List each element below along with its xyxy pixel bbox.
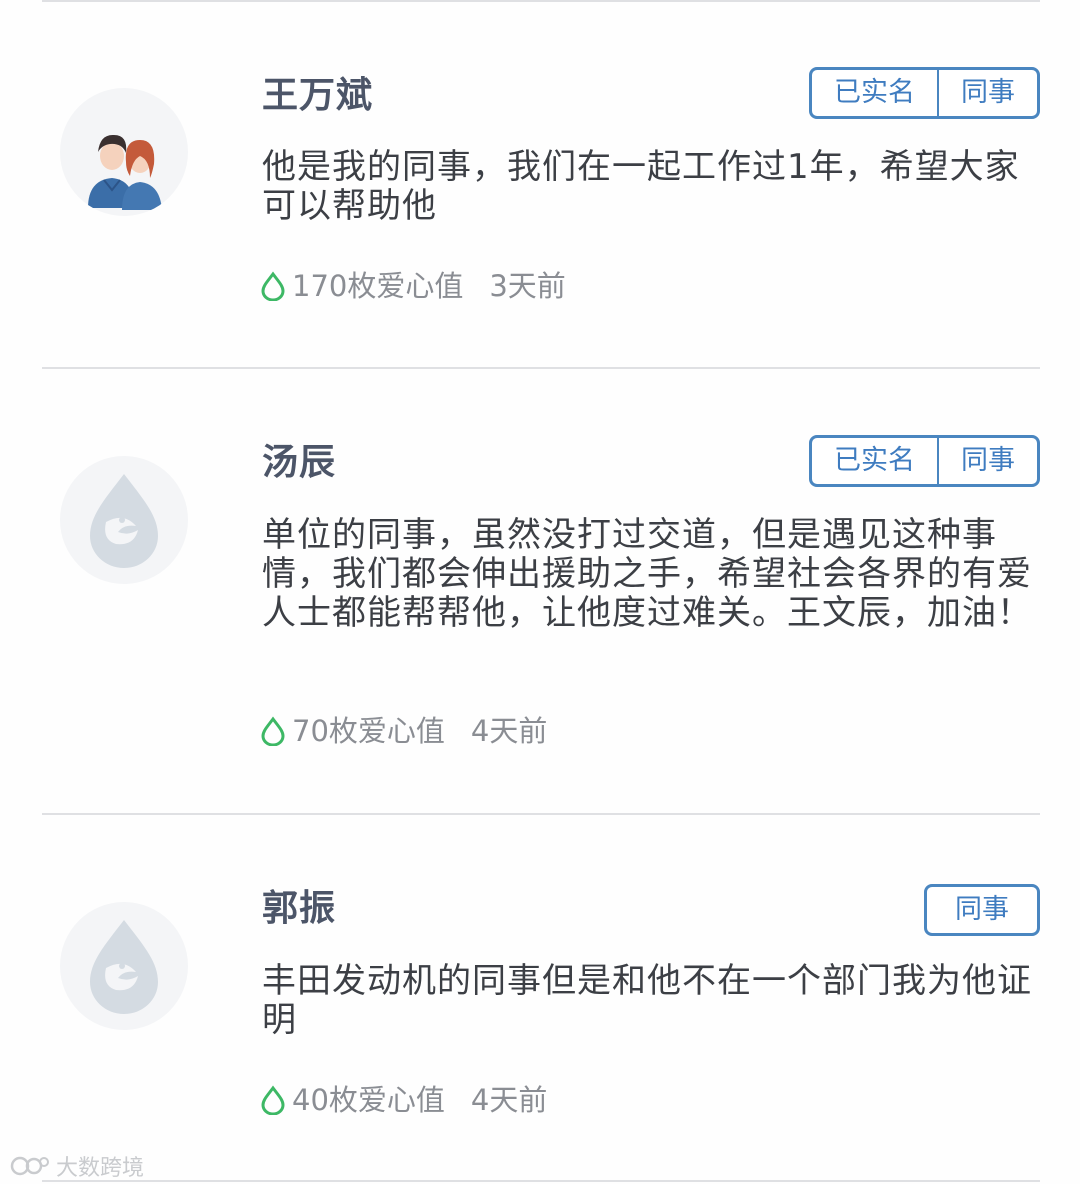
love-drop-icon (261, 1085, 285, 1115)
commenter-name[interactable]: 郭振 (262, 887, 336, 931)
item-divider (42, 813, 1040, 815)
watermark: 大数跨境 (10, 1150, 144, 1182)
timestamp: 3天前 (489, 269, 566, 303)
commenter-name[interactable]: 王万斌 (262, 74, 373, 118)
bottom-divider (42, 1180, 1040, 1182)
love-points: 170枚爱心值 (292, 269, 464, 303)
top-divider (42, 0, 1040, 2)
verified-tag: 已实名 (834, 77, 915, 108)
default-drop-avatar-icon (90, 474, 158, 568)
love-points: 70枚爱心值 (292, 714, 445, 748)
comment-meta: 40枚爱心值 4天前 (258, 1082, 547, 1118)
love-points: 40枚爱心值 (292, 1083, 445, 1117)
tag-group: 已实名 同事 (809, 67, 1040, 119)
relation-tag: 同事 (937, 70, 1037, 116)
timestamp: 4天前 (470, 1083, 548, 1117)
comment-text: 丰田发动机的同事但是和他不在一个部门我为他证明 (262, 961, 1032, 1040)
love-drop-icon (261, 716, 285, 746)
comment-text: 他是我的同事，我们在一起工作过1年，希望大家可以帮助他 (262, 147, 1020, 226)
tag-group: 同事 (924, 884, 1040, 936)
comment-meta: 70枚爱心值 4天前 (258, 713, 547, 749)
comment-meta: 170枚爱心值 3天前 (258, 268, 566, 304)
couple-avatar-icon (88, 134, 162, 210)
commenter-name[interactable]: 汤辰 (262, 441, 336, 485)
relation-tag: 同事 (955, 894, 1009, 925)
default-drop-avatar-icon (90, 920, 158, 1014)
tag-group: 已实名 同事 (809, 435, 1040, 487)
comment-text: 单位的同事，虽然没打过交道，但是遇见这种事情，我们都会伸出援助之手，希望社会各界… (262, 515, 1032, 633)
relation-tag: 同事 (937, 438, 1037, 484)
avatar[interactable] (60, 902, 188, 1030)
watermark-logo-icon (10, 1156, 49, 1176)
verified-tag: 已实名 (834, 445, 915, 476)
timestamp: 4天前 (470, 714, 548, 748)
watermark-text: 大数跨境 (56, 1156, 145, 1181)
item-divider (42, 367, 1040, 369)
avatar[interactable] (60, 88, 188, 216)
love-drop-icon (261, 271, 285, 301)
avatar[interactable] (60, 456, 188, 584)
